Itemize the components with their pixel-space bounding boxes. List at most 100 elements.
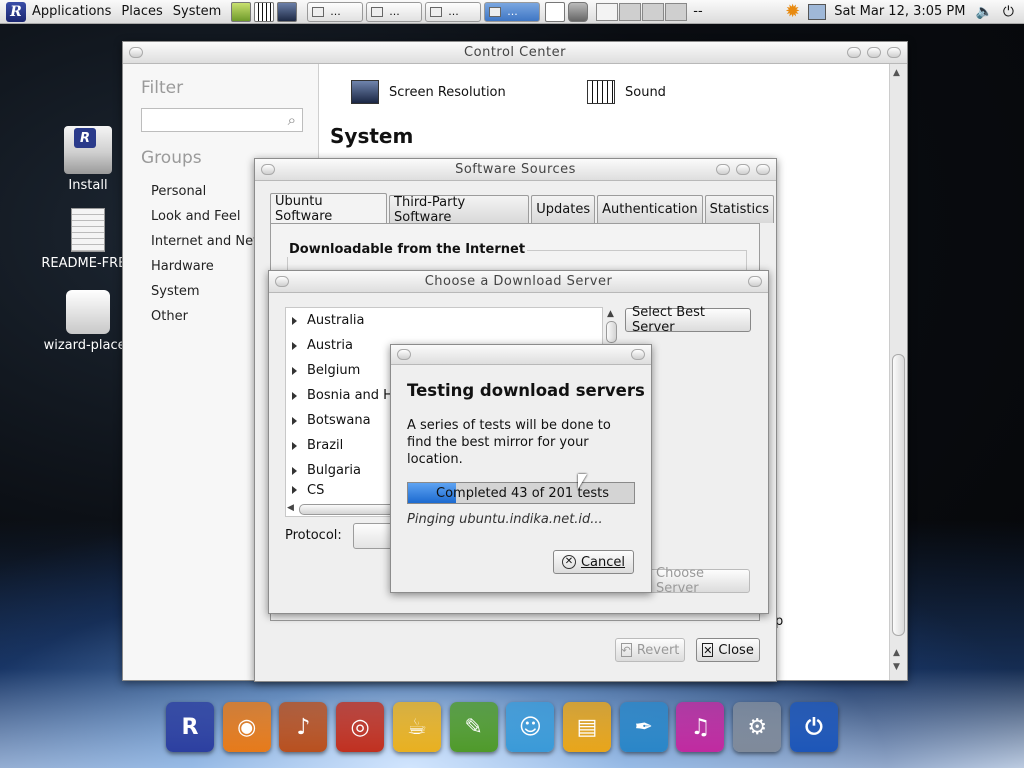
scrollbar-thumb[interactable] [606,321,617,343]
select-best-server-button[interactable]: Select Best Server [625,305,751,335]
control-center-scrollbar[interactable]: ▲ ▲ ▼ [889,64,907,680]
messenger-icon[interactable]: ☺ [506,702,555,752]
tab-statistics[interactable]: Statistics [704,195,774,223]
tab-authentication[interactable]: Authentication [597,195,703,223]
menu-places[interactable]: Places [121,4,172,19]
maximize-button[interactable] [736,164,750,175]
group-system[interactable]: System [151,284,199,299]
taskbar-item-4[interactable]: ... [484,1,541,22]
settings-icon[interactable]: ⚙ [733,702,782,752]
software-sources-titlebar[interactable]: Software Sources [255,159,776,181]
expand-arrow-icon[interactable] [292,366,297,375]
group-look-and-feel[interactable]: Look and Feel [151,209,241,224]
group-other[interactable]: Other [151,309,188,324]
search-icon: ⌕ [287,111,296,129]
choose-server-button[interactable]: Choose Server [649,566,750,596]
app-screen-resolution[interactable]: Screen Resolution [351,80,506,104]
system-tray: ✹ Sat Mar 12, 3:05 PM 🔈 ⏻ [785,1,1024,22]
window-menu-button[interactable] [275,276,289,287]
menu-system[interactable]: System [173,4,231,19]
feather-icon[interactable]: ✒ [619,702,668,752]
close-button[interactable]: ✕ Close [696,638,760,662]
expand-arrow-icon[interactable] [292,416,297,425]
expand-arrow-icon[interactable] [292,341,297,350]
group-personal[interactable]: Personal [151,184,206,199]
country-label: Bulgaria [307,463,361,478]
r-logo-icon[interactable]: R [166,702,214,752]
image-editor-icon[interactable]: ✎ [449,702,498,752]
app-sound[interactable]: Sound [587,80,666,104]
browser-icon[interactable]: ◉ [222,702,271,752]
minimize-button[interactable] [847,47,861,58]
distro-logo-icon[interactable]: R [6,1,26,22]
power-icon[interactable]: ⏻ [1003,4,1014,20]
section-heading-system: System [330,124,414,148]
tab-ubuntu-software[interactable]: Ubuntu Software [270,193,388,224]
taskbar-item-2[interactable]: ... [366,1,423,22]
testing-dialog-titlebar[interactable] [391,345,651,365]
dialog-description: A series of tests will be done to find t… [407,418,611,467]
control-center-titlebar[interactable]: Control Center [123,42,907,64]
window-menu-button[interactable] [397,349,411,360]
media-player-icon[interactable]: ◎ [336,702,385,752]
app-label: Sound [625,84,666,100]
minimize-button[interactable] [716,164,730,175]
expand-arrow-icon[interactable] [292,391,297,400]
volume-icon[interactable]: 🔈 [975,4,992,20]
music-note-icon[interactable]: ♫ [676,702,725,752]
launcher-piano-icon[interactable] [254,1,275,22]
choose-server-titlebar[interactable]: Choose a Download Server [269,271,768,293]
protocol-select[interactable] [353,523,393,549]
close-window-button[interactable] [631,349,645,360]
taskbar-item-1[interactable]: ... [307,1,364,22]
tree-horizontal-scrollbar[interactable]: ◀ [285,503,395,517]
expand-arrow-icon[interactable] [292,316,297,325]
trash-icon[interactable] [568,1,589,22]
scroll-up-icon[interactable]: ▲ [893,68,900,78]
tab-third-party-software[interactable]: Third-Party Software [389,195,530,225]
dock: R ◉ ♪ ◎ ☕ ✎ ☺ ▤ ✒ ♫ ⚙ ⏻ [166,702,838,760]
cancel-button[interactable]: ✕ Cancel [553,550,634,574]
workspace-2[interactable] [619,2,642,21]
tab-updates[interactable]: Updates [531,195,596,223]
revert-label: Revert [636,642,680,658]
monitor-icon [351,80,379,104]
close-window-button[interactable] [887,47,901,58]
scroll-up-icon[interactable]: ▲ [607,309,614,319]
coffee-cup-icon[interactable]: ☕ [392,702,441,752]
scroll-up-icon[interactable]: ▲ [893,648,900,658]
refresh-icon [489,6,502,17]
workspace-3[interactable] [642,2,665,21]
scroll-down-icon[interactable]: ▼ [893,662,900,672]
maximize-button[interactable] [867,47,881,58]
scrollbar-thumb[interactable] [299,504,395,515]
power-icon[interactable]: ⏻ [789,702,838,752]
filter-input[interactable]: ⌕ [141,108,303,132]
window-menu-button[interactable] [261,164,275,175]
close-window-button[interactable] [756,164,770,175]
expand-arrow-icon[interactable] [292,441,297,450]
update-notifier-icon[interactable]: ✹ [785,1,800,22]
launcher-monitor-icon[interactable] [277,1,298,22]
guitar-icon[interactable]: ♪ [279,702,328,752]
launcher-image-icon[interactable] [231,1,252,22]
expand-arrow-icon[interactable] [292,466,297,475]
scrollbar-thumb[interactable] [892,354,905,636]
scroll-left-icon[interactable]: ◀ [287,503,294,513]
group-internet-and-network[interactable]: Internet and Net [151,234,271,249]
taskbar-item-3[interactable]: ... [425,1,482,22]
expand-arrow-icon[interactable] [292,486,297,494]
window-menu-button[interactable] [129,47,143,58]
tree-row-australia[interactable]: Australia [286,308,602,333]
menu-applications[interactable]: Applications [32,4,121,19]
clock[interactable]: Sat Mar 12, 3:05 PM [834,4,965,19]
office-icon[interactable]: ▤ [563,702,612,752]
revert-button[interactable]: ↶ Revert [615,638,685,662]
network-icon[interactable] [808,3,827,20]
dialog-heading: Testing download servers [407,381,645,400]
group-hardware[interactable]: Hardware [151,259,214,274]
workspace-4[interactable] [665,2,688,21]
close-window-button[interactable] [748,276,762,287]
show-desktop-icon[interactable] [545,1,566,22]
workspace-1[interactable] [596,2,619,21]
